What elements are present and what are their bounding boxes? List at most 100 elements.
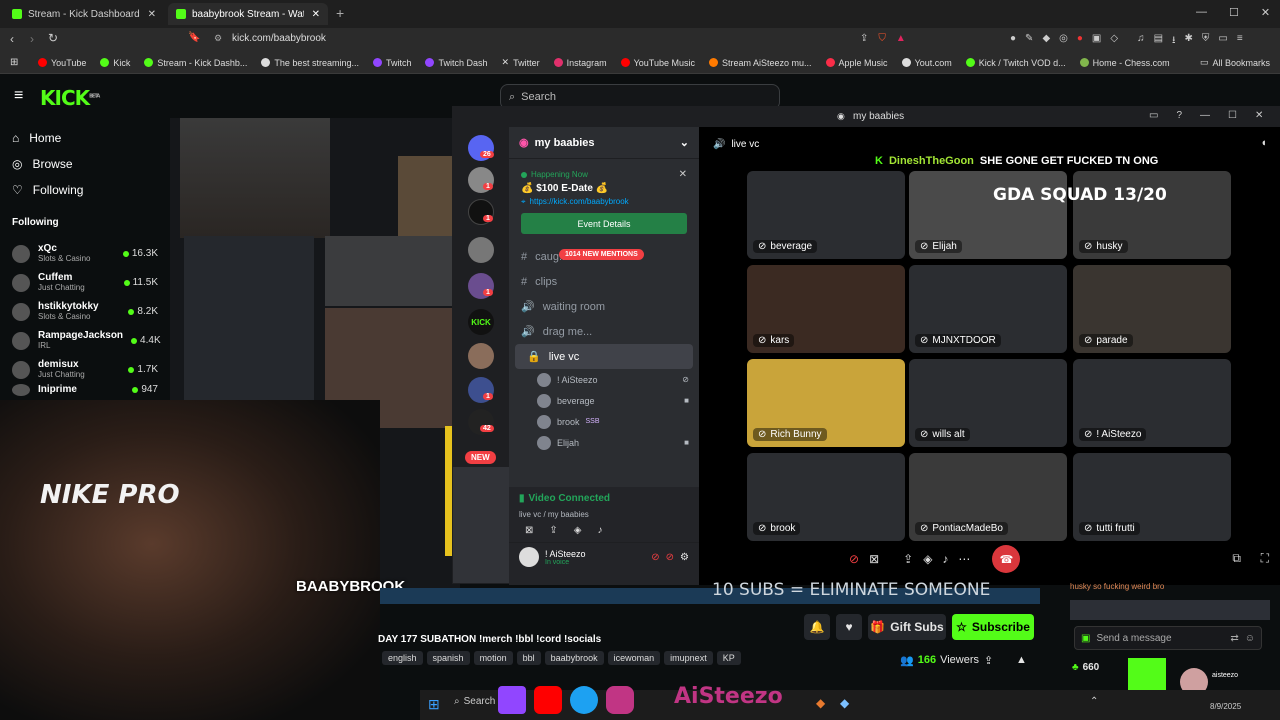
all-bookmarks-button[interactable]: ▭ All Bookmarks [1200, 57, 1270, 68]
apps-grid-icon[interactable]: ⊞ [10, 57, 18, 68]
close-icon[interactable]: ✕ [679, 169, 687, 180]
video-tile[interactable]: ⊘ parade [1073, 265, 1231, 353]
tag[interactable]: bbl [516, 651, 541, 665]
new-tab-button[interactable]: + [336, 5, 344, 21]
url-field[interactable]: kick.com/baabybrook [232, 33, 326, 44]
maximize-icon[interactable]: ☐ [1228, 110, 1237, 121]
server-icon[interactable] [468, 237, 494, 263]
app-icon[interactable]: ◆ [840, 696, 849, 710]
video-tile[interactable]: ⊘ kars [747, 265, 905, 353]
channel-live-vc[interactable]: 🔒 live vc [515, 344, 693, 369]
tag[interactable]: baabybrook [544, 651, 604, 665]
tab-baabybrook-stream[interactable]: baabybrook Stream - Watch Live✕ [168, 3, 328, 25]
nav-home[interactable]: ⌂ Home [0, 125, 170, 151]
fullscreen-icon[interactable]: ⛶ [1261, 551, 1269, 566]
tag[interactable]: KP [716, 651, 741, 665]
server-header[interactable]: ◉ my baabies ⌄ [509, 127, 699, 159]
minimize-icon[interactable]: — [1196, 6, 1207, 19]
follow-button[interactable]: ♥ [836, 614, 862, 640]
bookmark-youtube-music[interactable]: YouTube Music [620, 58, 695, 68]
gift-subs-button[interactable]: 🎁 Gift Subs [868, 614, 946, 640]
close-icon[interactable]: ✕ [1255, 110, 1263, 121]
share-icon[interactable]: ⇪ [860, 33, 868, 44]
extensions-icon[interactable]: ✱ [1185, 33, 1193, 50]
server-icon[interactable] [468, 343, 494, 369]
hamburger-menu-icon[interactable]: ≡ [14, 87, 23, 105]
tab-kick-dashboard[interactable]: Stream - Kick Dashboard ✕ [4, 3, 164, 25]
app-icon[interactable]: ◆ [816, 696, 825, 710]
extension-icon[interactable]: ● [1010, 33, 1016, 50]
back-icon[interactable]: ‹ [10, 32, 14, 46]
following-channel[interactable]: RampageJackson IRL 4.4K [0, 326, 170, 355]
screen-share-icon[interactable]: ⇪ [549, 525, 557, 536]
subscribe-button[interactable]: ☆ Subscribe [952, 614, 1034, 640]
activity-icon[interactable]: ◈ [574, 525, 582, 536]
tag[interactable]: icewoman [607, 651, 661, 665]
chat-icon[interactable]: ◖ [1260, 137, 1267, 149]
channel-drag-me[interactable]: 🔊 drag me... [509, 319, 699, 344]
channel-waiting-room[interactable]: 🔊 waiting room [509, 294, 699, 319]
channel-clips[interactable]: # clips [509, 269, 699, 294]
following-channel[interactable]: Cuffem Just Chatting 11.5K [0, 268, 170, 297]
video-tile[interactable]: ⊘! AiSteezo [1073, 359, 1231, 447]
bookmark-kick-twitch-vod[interactable]: Kick / Twitch VOD d... [965, 58, 1066, 68]
bookmark-chess[interactable]: Home - Chess.com [1079, 58, 1170, 68]
translate-icon[interactable]: ⇄ [1230, 633, 1238, 644]
event-link[interactable]: ⌖ https://kick.com/baabybrook [521, 197, 687, 207]
bookmark-youtube[interactable]: YouTube [38, 58, 86, 68]
bookmark-instagram[interactable]: Instagram [553, 58, 607, 68]
vpn-icon[interactable]: ⛨ [1202, 33, 1210, 50]
help-icon[interactable]: ? [1176, 110, 1182, 121]
tag[interactable]: motion [473, 651, 513, 665]
taskbar-search[interactable]: ⌕ Search [454, 696, 495, 707]
warning-icon[interactable]: ▲ [896, 33, 906, 44]
music-icon[interactable]: ♫ [1137, 33, 1145, 50]
channel-caught[interactable]: # caug... 1014 NEW MENTIONS [509, 244, 699, 269]
extension-icon[interactable]: ◎ [1059, 33, 1068, 50]
extension-icon[interactable]: ◆ [1042, 33, 1050, 50]
download-icon[interactable]: ⭳ [1172, 33, 1176, 50]
reload-icon[interactable]: ↻ [48, 31, 58, 45]
video-tile[interactable]: ⊘ wills alt [909, 359, 1067, 447]
following-channel[interactable]: xQc Slots & Casino 16.3K [0, 239, 170, 268]
minimize-icon[interactable]: — [1200, 110, 1210, 121]
soundboard-icon[interactable]: ♪ [597, 525, 602, 536]
deafen-icon[interactable]: ⊘ [666, 552, 674, 563]
video-tile[interactable]: ⊘ MJNXTDOOR [909, 265, 1067, 353]
emoji-icon[interactable]: ☺ [1245, 633, 1255, 644]
bookmark-kick-dashboard[interactable]: Stream - Kick Dashb... [144, 58, 247, 68]
vc-member[interactable]: brook SSB [509, 411, 699, 432]
extension-icon[interactable]: ▣ [1092, 33, 1101, 50]
activity-icon[interactable]: ◈ [923, 552, 932, 566]
share-icon[interactable]: ⇪ [984, 654, 993, 667]
brave-shield-icon[interactable]: ⛉ [878, 33, 886, 44]
forward-icon[interactable]: › [30, 32, 34, 46]
kick-logo[interactable]: KICKBETA [40, 86, 100, 110]
extension-icon[interactable]: ◇ [1110, 33, 1118, 50]
following-channel[interactable]: hstikkytokky Slots & Casino 8.2K [0, 297, 170, 326]
mic-muted-icon[interactable]: ⊘ [651, 552, 659, 563]
extension-icon[interactable]: ✎ [1025, 33, 1033, 50]
settings-icon[interactable]: ⚙ [680, 552, 689, 563]
new-badge[interactable]: NEW [465, 451, 496, 464]
bookmark-icon[interactable]: 🔖 [188, 32, 200, 43]
camera-off-icon[interactable]: ⊠ [525, 525, 533, 536]
bookmark-twitch-dash[interactable]: Twitch Dash [425, 58, 488, 68]
maximize-icon[interactable]: ☐ [1229, 6, 1239, 19]
popout-icon[interactable]: ⧉ [1232, 551, 1241, 566]
soundboard-icon[interactable]: ♪ [942, 552, 948, 566]
wallet-icon[interactable]: ▭ [1218, 33, 1227, 50]
menu-icon[interactable]: ≡ [1237, 33, 1243, 50]
user-panel[interactable]: ! AiSteezo In voice ⊘ ⊘ ⚙ [509, 542, 699, 571]
kick-server-icon[interactable]: KICK [468, 309, 494, 335]
windows-start-icon[interactable]: ⊞ [428, 696, 440, 713]
tray-chevron-icon[interactable]: ⌃ [1090, 696, 1098, 707]
notification-bell-button[interactable]: 🔔 [804, 614, 830, 640]
vc-member[interactable]: Elijah ■ [509, 432, 699, 453]
video-tile[interactable]: ⊘ brook [747, 453, 905, 541]
close-window-icon[interactable]: ✕ [1261, 6, 1270, 19]
disconnect-call-button[interactable]: ☎ [992, 545, 1021, 573]
nav-browse[interactable]: ◎ Browse [0, 151, 170, 177]
new-mentions-pill[interactable]: 1014 NEW MENTIONS [559, 249, 644, 260]
more-options-icon[interactable]: ⋯ [958, 552, 970, 566]
